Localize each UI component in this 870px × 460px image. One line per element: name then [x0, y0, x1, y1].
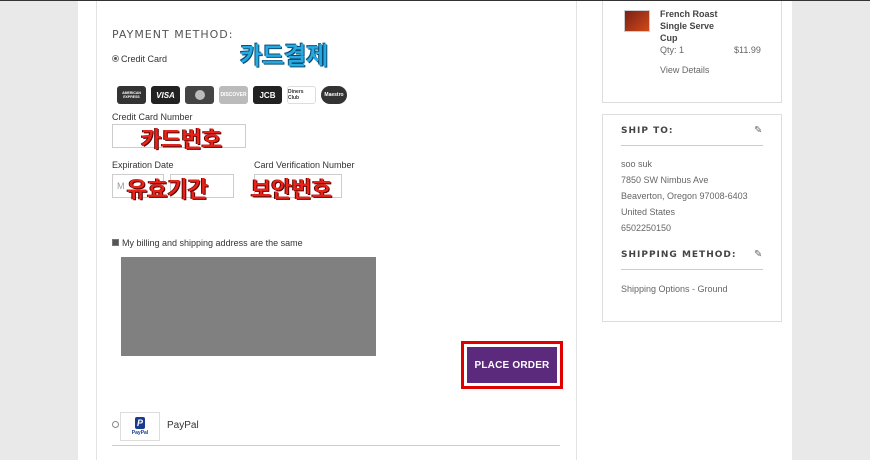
payment-divider — [112, 445, 560, 446]
annotation-card-payment: 카드결제 — [240, 42, 329, 70]
ship-to-country: United States — [621, 207, 676, 217]
ship-to-phone: 6502250150 — [621, 223, 672, 233]
payment-panel — [96, 1, 577, 460]
amex-icon: AMERICAN EXPRESS — [117, 86, 146, 104]
paypal-label[interactable]: PayPal — [167, 420, 199, 431]
product-qty: Qty: 1 — [660, 45, 685, 55]
place-order-highlight: PLACE ORDER — [461, 341, 563, 389]
annotation-cvv: 보안번호 — [251, 178, 332, 203]
ship-to-title: SHIP TO: — [621, 126, 674, 136]
card-number-label: Credit Card Number — [112, 112, 193, 122]
diners-club-icon: Diners Club — [287, 86, 316, 104]
payment-method-heading: PAYMENT METHOD: — [112, 28, 234, 41]
annotation-expiration: 유효기간 — [127, 178, 208, 203]
product-name: French Roast Single Serve Cup — [660, 9, 718, 43]
ship-to-name: soo suk — [621, 159, 653, 169]
paypal-logo-text: PayPal — [131, 430, 149, 436]
card-logos: AMERICAN EXPRESS VISA DISCOVER JCB Diner… — [117, 86, 347, 104]
credit-card-radio[interactable] — [112, 55, 119, 62]
ship-to-city: Beaverton, Oregon 97008-6403 — [621, 191, 748, 201]
ship-to-divider — [621, 145, 763, 146]
credit-card-label[interactable]: Credit Card — [121, 54, 167, 64]
place-order-button[interactable]: PLACE ORDER — [467, 347, 557, 383]
maestro-icon: Maestro — [321, 86, 347, 104]
edit-ship-to-pencil-icon[interactable]: ✎ — [754, 125, 762, 136]
shipping-method-value: Shipping Options - Ground — [621, 284, 728, 294]
ship-to-address: soo suk 7850 SW Nimbus Ave Beaverton, Or… — [621, 156, 748, 236]
expiration-date-label: Expiration Date — [112, 160, 174, 170]
billing-same-checkbox[interactable] — [112, 239, 119, 246]
view-details-link[interactable]: View Details — [660, 65, 709, 75]
ship-to-street: 7850 SW Nimbus Ave — [621, 175, 709, 185]
paypal-logo: P PayPal — [120, 412, 160, 441]
discover-icon: DISCOVER — [219, 86, 248, 104]
billing-same-label[interactable]: My billing and shipping address are the … — [122, 238, 303, 248]
paypal-icon: P — [135, 417, 145, 429]
annotation-card-number: 카드번호 — [141, 128, 222, 153]
product-thumbnail — [624, 10, 650, 32]
redacted-area — [121, 257, 376, 356]
paypal-radio[interactable] — [112, 421, 119, 428]
edit-shipping-method-pencil-icon[interactable]: ✎ — [754, 249, 762, 260]
mastercard-icon — [185, 86, 214, 104]
shipping-method-title: SHIPPING METHOD: — [621, 250, 737, 260]
visa-icon: VISA — [151, 86, 180, 104]
shipping-method-divider — [621, 269, 763, 270]
cvv-label: Card Verification Number — [254, 160, 355, 170]
product-price: $11.99 — [734, 45, 761, 55]
jcb-icon: JCB — [253, 86, 282, 104]
